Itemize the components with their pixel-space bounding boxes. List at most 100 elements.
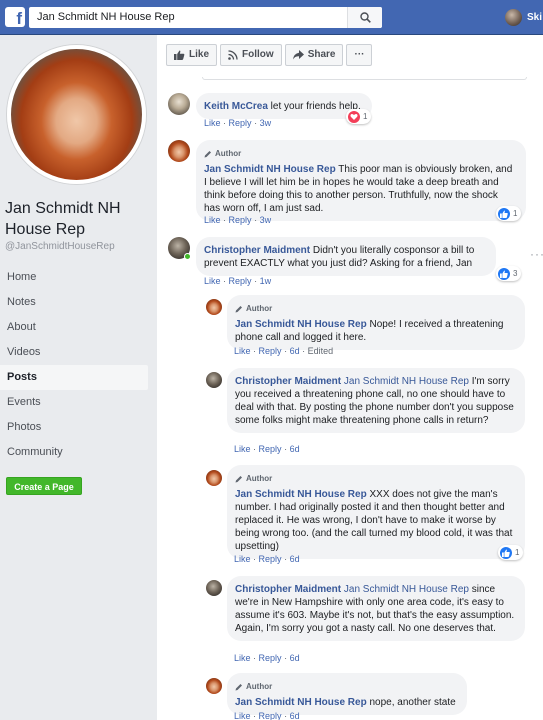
separator: · <box>223 118 227 128</box>
avatar[interactable] <box>206 580 222 596</box>
like-reply-link[interactable]: Like <box>234 346 251 356</box>
reply-text: nope, another state <box>366 697 456 708</box>
comment-timestamp[interactable]: 3w <box>260 118 272 128</box>
user-avatar[interactable] <box>505 9 522 26</box>
nav-item-community[interactable]: Community <box>0 440 148 465</box>
comment-meta: Like · Reply · 3w <box>204 215 271 225</box>
avatar[interactable] <box>206 678 222 694</box>
search-input-value: Jan Schmidt NH House Rep <box>37 11 175 23</box>
edited-label[interactable]: Edited <box>308 346 334 356</box>
reply-comment-link[interactable]: Reply <box>229 276 252 286</box>
reaction-count-badge[interactable]: 1 <box>496 206 522 221</box>
reply-timestamp[interactable]: 6d <box>290 653 300 663</box>
like-reaction-icon <box>498 267 510 280</box>
nav-item-videos[interactable]: Videos <box>0 340 148 365</box>
like-page-button[interactable]: Like <box>166 44 218 66</box>
reply-reply-link[interactable]: Reply <box>259 554 282 564</box>
author-badge: Author <box>235 472 515 485</box>
reply-meta: Like · Reply · 6d <box>234 653 300 663</box>
follow-page-button[interactable]: Follow <box>220 44 282 66</box>
reply-timestamp[interactable]: 6d <box>290 711 300 720</box>
reply-reply-link[interactable]: Reply <box>259 711 282 720</box>
avatar[interactable] <box>206 299 222 315</box>
page-title[interactable]: Jan Schmidt NH House Rep <box>5 198 153 240</box>
comment-timestamp[interactable]: 3w <box>260 215 272 225</box>
pencil-icon <box>235 475 242 482</box>
reply-reply-link[interactable]: Reply <box>259 444 282 454</box>
share-page-button[interactable]: Share <box>284 44 344 66</box>
separator: · <box>253 711 257 720</box>
reply-comment-link[interactable]: Reply <box>229 215 252 225</box>
nav-item-home[interactable]: Home <box>0 265 148 290</box>
nav-item-posts[interactable]: Posts <box>0 365 148 390</box>
tagged-user-link[interactable]: Jan Schmidt NH House Rep <box>344 584 469 595</box>
reply-reply-link[interactable]: Reply <box>259 346 282 356</box>
reply-author-link[interactable]: Christopher Maidment <box>235 376 341 387</box>
reply-author-link[interactable]: Christopher Maidment <box>235 584 341 595</box>
comment-author-link[interactable]: Christopher Maidment <box>204 245 310 256</box>
separator: · <box>253 653 257 663</box>
create-page-button[interactable]: Create a Page <box>6 477 82 495</box>
more-options-icon: ··· <box>354 49 365 60</box>
reply-meta: Like · Reply · 6d · Edited <box>234 346 333 356</box>
comment-bubble: Christopher Maidment Didn't you literall… <box>196 237 496 276</box>
tagged-user-link[interactable]: Jan Schmidt NH House Rep <box>344 376 469 387</box>
comment-text: let your friends help. <box>267 101 361 112</box>
avatar[interactable] <box>168 140 190 162</box>
reply-author-link[interactable]: Jan Schmidt NH House Rep <box>235 319 367 330</box>
like-reply-link[interactable]: Like <box>234 711 251 720</box>
comment-options-icon[interactable]: ··· <box>530 247 543 261</box>
search-button[interactable] <box>347 7 382 28</box>
online-status-indicator <box>184 253 191 260</box>
page-action-bar: Like Follow Share ··· <box>166 44 373 66</box>
comment-author-link[interactable]: Jan Schmidt NH House Rep <box>204 164 336 175</box>
like-reaction-icon <box>500 546 512 559</box>
separator: · <box>254 118 258 128</box>
reply-bubble: Author Jan Schmidt NH House Rep Nope! I … <box>227 295 525 350</box>
reply-comment-link[interactable]: Reply <box>229 118 252 128</box>
separator: · <box>253 554 257 564</box>
page-profile-picture[interactable] <box>7 45 146 184</box>
nav-item-notes[interactable]: Notes <box>0 290 148 315</box>
like-reply-link[interactable]: Like <box>234 444 251 454</box>
page-handle[interactable]: @JanSchmidtHouseRep <box>5 241 115 252</box>
reply-bubble: Christopher Maidment Jan Schmidt NH Hous… <box>227 368 525 433</box>
more-options-button[interactable]: ··· <box>346 44 373 66</box>
like-comment-link[interactable]: Like <box>204 276 221 286</box>
reply-timestamp[interactable]: 6d <box>290 346 300 356</box>
user-name-link[interactable]: Ski <box>527 12 542 23</box>
reaction-count-badge[interactable]: 1 <box>346 109 372 124</box>
reaction-count-badge[interactable]: 1 <box>498 545 524 560</box>
search-input[interactable]: Jan Schmidt NH House Rep <box>29 7 382 28</box>
reply-bubble: Author Jan Schmidt NH House Rep nope, an… <box>227 673 467 715</box>
like-reply-link[interactable]: Like <box>234 653 251 663</box>
separator: · <box>284 554 288 564</box>
separator: · <box>223 215 227 225</box>
comment-author-link[interactable]: Keith McCrea <box>204 101 268 112</box>
reply-timestamp[interactable]: 6d <box>290 554 300 564</box>
like-comment-link[interactable]: Like <box>204 215 221 225</box>
like-reaction-icon <box>498 207 510 220</box>
comment-meta: Like · Reply · 3w <box>204 118 271 128</box>
avatar[interactable] <box>206 372 222 388</box>
reply-reply-link[interactable]: Reply <box>259 653 282 663</box>
like-reply-link[interactable]: Like <box>234 554 251 564</box>
reaction-count-badge[interactable]: 3 <box>496 266 522 281</box>
facebook-logo-icon[interactable]: f <box>5 7 25 27</box>
reply-timestamp[interactable]: 6d <box>290 444 300 454</box>
main-content: Like Follow Share ··· Keith McCrea let y… <box>157 35 543 720</box>
top-navigation-bar: f Jan Schmidt NH House Rep Ski <box>0 0 543 35</box>
nav-item-events[interactable]: Events <box>0 390 148 415</box>
love-reaction-icon <box>348 110 360 123</box>
nav-item-photos[interactable]: Photos <box>0 415 148 440</box>
avatar[interactable] <box>168 93 190 115</box>
nav-item-about[interactable]: About <box>0 315 148 340</box>
author-badge-label: Author <box>246 682 273 691</box>
avatar[interactable] <box>206 470 222 486</box>
pencil-icon <box>235 683 242 690</box>
like-comment-link[interactable]: Like <box>204 118 221 128</box>
author-badge-label: Author <box>246 474 273 483</box>
reply-author-link[interactable]: Jan Schmidt NH House Rep <box>235 489 367 500</box>
reply-author-link[interactable]: Jan Schmidt NH House Rep <box>235 697 367 708</box>
comment-timestamp[interactable]: 1w <box>260 276 272 286</box>
